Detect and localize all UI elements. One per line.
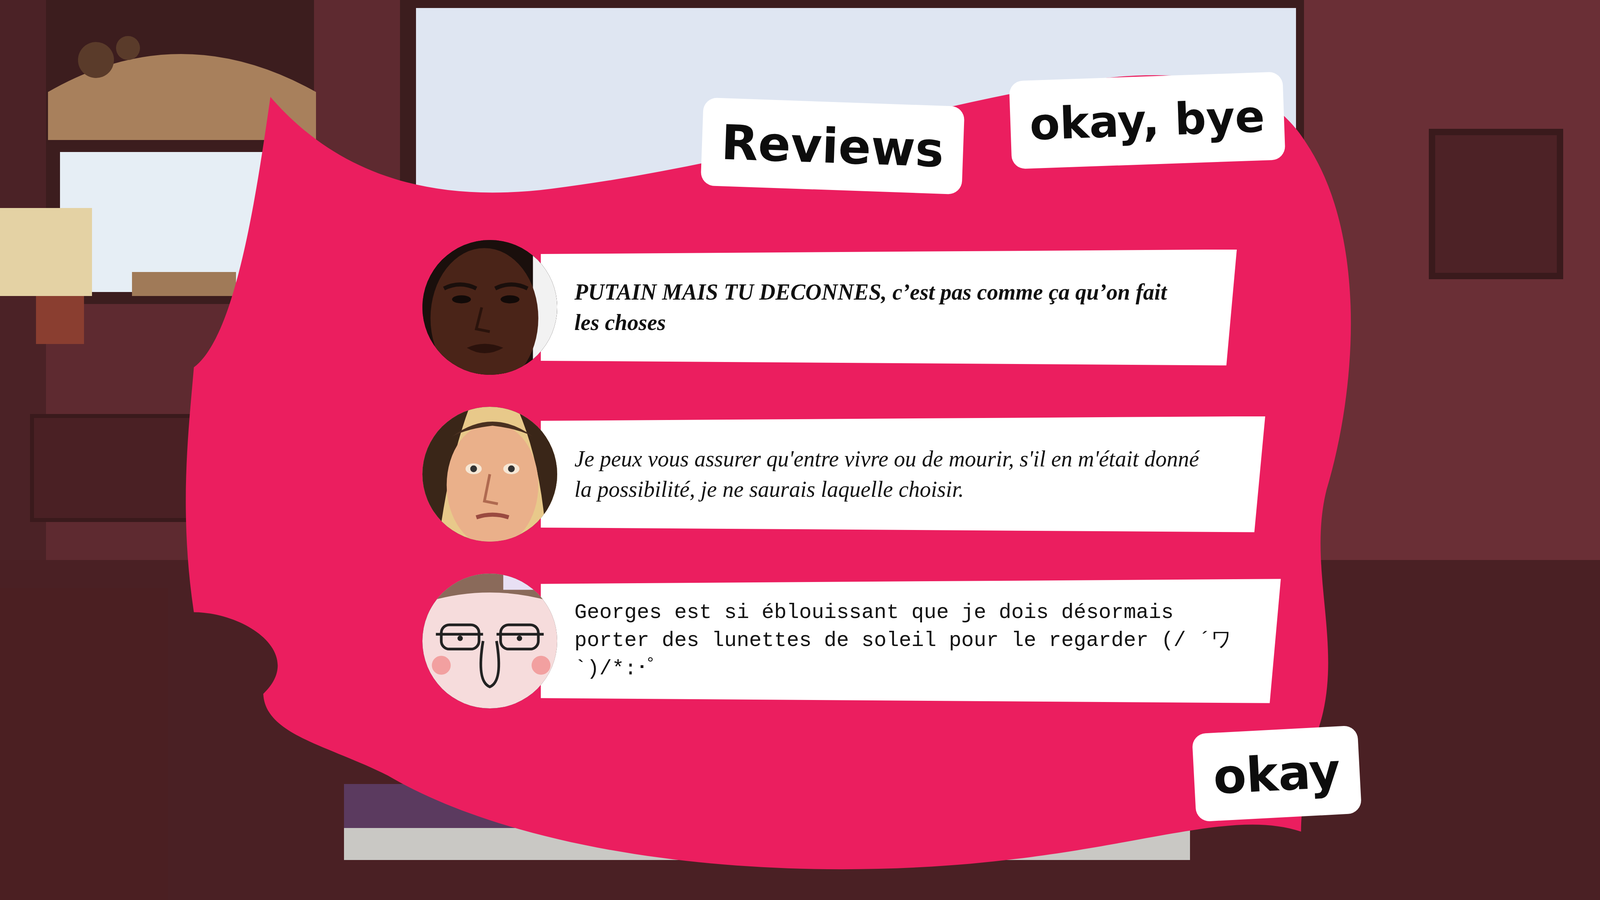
review-card: Je peux vous assurer qu'entre vivre ou d… <box>540 416 1266 533</box>
okay-button[interactable]: okay <box>1192 725 1362 822</box>
review-card: Georges est si éblouissant que je dois d… <box>540 578 1281 704</box>
reviews-title: Reviews <box>700 97 965 195</box>
reviewer-avatar-icon <box>422 573 558 709</box>
review-list: PUTAIN MAIS TU DECONNES, c’est pas comme… <box>422 240 1281 709</box>
reviews-popup: Reviews okay, bye okay PUTAIN MAIS TU DECON… <box>0 0 1600 900</box>
review-row: PUTAIN MAIS TU DECONNES, c’est pas comme… <box>422 240 1281 375</box>
review-text: PUTAIN MAIS TU DECONNES, c’est pas comme… <box>574 277 1193 338</box>
review-card: PUTAIN MAIS TU DECONNES, c’est pas comme… <box>540 249 1237 366</box>
okay-bye-button[interactable]: okay, bye <box>1008 71 1286 170</box>
review-row: Je peux vous assurer qu'entre vivre ou d… <box>422 406 1281 542</box>
reviewer-avatar-icon <box>422 240 558 375</box>
review-row: Georges est si éblouissant que je dois d… <box>422 573 1281 709</box>
reviewer-avatar-icon <box>422 406 558 542</box>
review-text: Georges est si éblouissant que je dois d… <box>574 598 1237 684</box>
review-text: Je peux vous assurer qu'entre vivre ou d… <box>574 444 1222 505</box>
